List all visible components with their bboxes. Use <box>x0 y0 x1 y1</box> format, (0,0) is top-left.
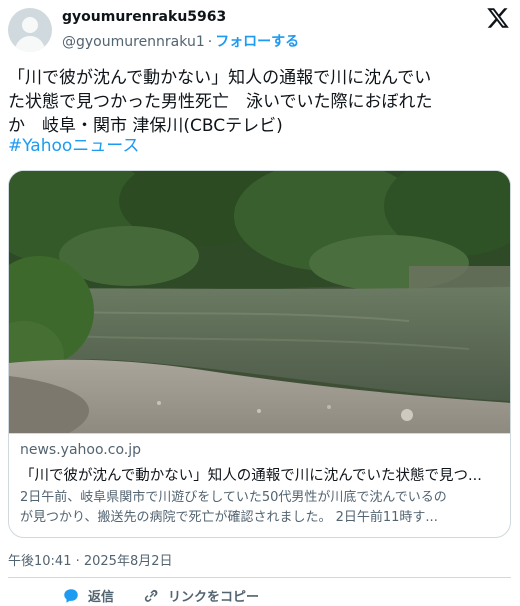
copy-link-button[interactable]: リンクをコピー <box>142 586 259 605</box>
tweet-timestamp[interactable]: 午後10:41 · 2025年8月2日 <box>8 550 173 569</box>
link-card[interactable]: news.yahoo.co.jp 「川で彼が沈んで動かない」知人の通報で川に沈ん… <box>8 170 511 538</box>
action-bar: 返信 リンクをコピー <box>0 586 520 606</box>
tweet-text-line: 「川で彼が沈んで動かない」知人の通報で川に沈んでい <box>8 68 432 88</box>
avatar[interactable] <box>8 8 52 52</box>
tweet-header: gyoumurenraku5963 @gyoumurennraku1 · フォローす… <box>0 0 520 58</box>
card-description-line: が見つかり、搬送先の病院で死亡が確認されました。 2日午前11時す... <box>20 510 438 525</box>
x-logo-icon[interactable] <box>486 6 510 30</box>
card-description-line: 2日午前、岐阜県関市で川遊びをしていた50代男性が川底で沈んでいるの <box>20 490 447 505</box>
display-name[interactable]: gyoumurenraku5963 <box>62 9 226 25</box>
card-image-river[interactable] <box>9 171 511 433</box>
card-domain: news.yahoo.co.jp <box>20 442 141 458</box>
reply-label: 返信 <box>88 590 115 605</box>
link-chain-icon <box>144 589 158 602</box>
handle-row: @gyoumurennraku1 · フォローする <box>62 31 299 51</box>
tweet-text-line: た状態で見つかった男性死亡 泳いでいた際におぼれた <box>8 92 433 112</box>
card-title: 「川で彼が沈んで動かない」知人の通報で川に沈んでいた状態で見つ... <box>20 468 482 484</box>
follow-button[interactable]: フォローする <box>215 34 299 50</box>
hashtag-link[interactable]: #Yahooニュース <box>8 134 139 158</box>
divider <box>8 577 511 578</box>
card-info[interactable]: news.yahoo.co.jp 「川で彼が沈んで動かない」知人の通報で川に沈ん… <box>9 433 510 537</box>
handle[interactable]: @gyoumurennraku1 <box>62 34 205 50</box>
separator-dot: · <box>207 34 213 50</box>
tweet-text: 「川で彼が沈んで動かない」知人の通報で川に沈んでい た状態で見つかった男性死亡 … <box>8 66 512 138</box>
card-description: 2日午前、岐阜県関市で川遊びをしていた50代男性が川底で沈んでいるの が見つかり… <box>20 488 505 528</box>
reply-button[interactable]: 返信 <box>62 586 114 605</box>
copy-link-label: リンクをコピー <box>168 590 260 605</box>
speech-bubble-icon <box>64 588 78 603</box>
